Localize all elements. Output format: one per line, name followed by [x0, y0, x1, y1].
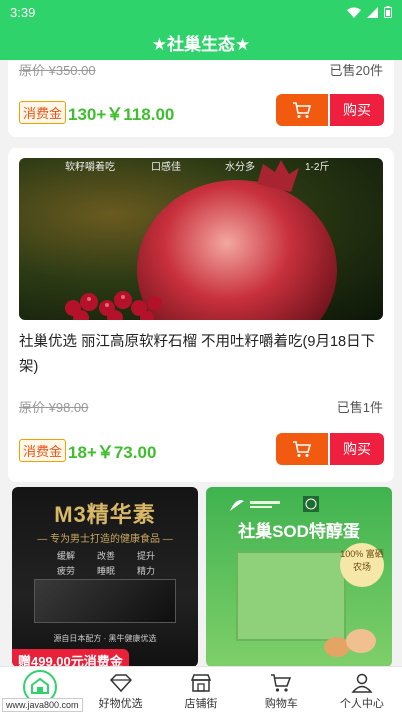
nav-profile[interactable]: 个人中心 — [322, 667, 402, 716]
promo-m3-banner[interactable]: M3精华素 — 专为男士打造的健康食品 — 缓解 改善 提升 疲劳 睡眠 精力 … — [12, 487, 198, 667]
certification-icon — [303, 496, 319, 512]
nav-stores[interactable]: 店铺街 — [161, 667, 241, 716]
product-title[interactable]: 社巢优选 丽江高原软籽石榴 不用吐籽嚼着吃(9月18日下架) — [19, 330, 381, 380]
product-card[interactable]: 软籽嚼着吃 口感佳 水分多 1-2斤 社巢优选 丽江高原软籽石榴 不用吐籽嚼着吃… — [8, 148, 394, 482]
price-row: 消费金 130+￥118.00 — [19, 100, 174, 125]
promo-subtitle: — 专为男士打造的健康食品 — — [37, 534, 173, 545]
sold-count: 已售20件 — [329, 63, 383, 78]
product-box-image — [34, 579, 176, 623]
add-to-cart-button[interactable] — [276, 94, 330, 126]
buy-button[interactable]: 购买 — [330, 433, 384, 465]
egg-box-image — [236, 551, 346, 641]
signal-icon — [367, 6, 378, 18]
pomegranate-image — [65, 160, 337, 320]
feature-text: 缓解 — [56, 551, 75, 561]
feature-text: 精力 — [136, 566, 155, 576]
action-buttons: 购买 — [276, 433, 384, 465]
status-icons — [347, 6, 392, 18]
price: 18+￥73.00 — [68, 443, 157, 462]
promo-features: 缓解 改善 提升 疲劳 睡眠 精力 — [47, 549, 165, 577]
diamond-icon — [109, 673, 132, 692]
promo-sod-egg-banner[interactable]: 社巢SOD特醇蛋 100% 富硒农场 — [206, 487, 392, 667]
gift-badge: 赠499.00元消费金 — [12, 649, 129, 667]
cart-icon — [293, 441, 312, 457]
store-icon — [190, 673, 212, 692]
page-title: ★社巢生态★ — [0, 24, 402, 60]
leaf-logo-icon — [230, 500, 280, 511]
cart-icon — [293, 102, 312, 118]
promo-title: 社巢SOD特醇蛋 — [238, 522, 360, 541]
egg-image — [346, 629, 376, 653]
original-price: 原价 ¥350.00 — [19, 63, 96, 78]
status-bar: 3:39 — [0, 0, 402, 24]
voucher-tag: 消费金 — [19, 101, 67, 124]
nav-label: 购物车 — [264, 697, 298, 710]
page-title-text: ★社巢生态★ — [151, 34, 251, 54]
promo-footer: 源自日本配方 · 黑牛健康优选 — [53, 634, 157, 643]
cart-icon — [271, 673, 292, 692]
nav-featured[interactable]: 好物优选 — [80, 667, 160, 716]
wifi-icon — [347, 7, 361, 18]
product-image[interactable]: 软籽嚼着吃 口感佳 水分多 1-2斤 — [19, 158, 383, 320]
nav-cart[interactable]: 购物车 — [241, 667, 321, 716]
price-row: 消费金 18+￥73.00 — [19, 438, 156, 463]
user-icon — [351, 673, 373, 693]
status-time: 3:39 — [10, 4, 36, 20]
price: 130+￥118.00 — [68, 105, 175, 124]
nav-label: 好物优选 — [98, 697, 143, 710]
nav-label: 店铺街 — [184, 697, 218, 710]
nav-label: 个人中心 — [339, 697, 384, 710]
feature-text: 改善 — [96, 551, 115, 561]
feature-text: 睡眠 — [96, 566, 115, 576]
buy-button[interactable]: 购买 — [330, 94, 384, 126]
voucher-tag: 消费金 — [19, 439, 67, 462]
original-price: 原价 ¥98.00 — [19, 400, 89, 415]
feature-text: 疲劳 — [56, 566, 75, 576]
battery-icon — [384, 6, 392, 18]
watermark: www.java800.com — [2, 698, 83, 712]
promo-title: M3精华素 — [54, 502, 156, 527]
feature-text: 提升 — [136, 551, 155, 561]
sold-count: 已售1件 — [336, 400, 383, 415]
add-to-cart-button[interactable] — [276, 433, 330, 465]
product-card[interactable]: 原价 ¥350.00 已售20件 消费金 130+￥118.00 购买 — [8, 60, 394, 137]
action-buttons: 购买 — [276, 94, 384, 126]
quality-badge: 100% 富硒农场 — [340, 543, 384, 587]
